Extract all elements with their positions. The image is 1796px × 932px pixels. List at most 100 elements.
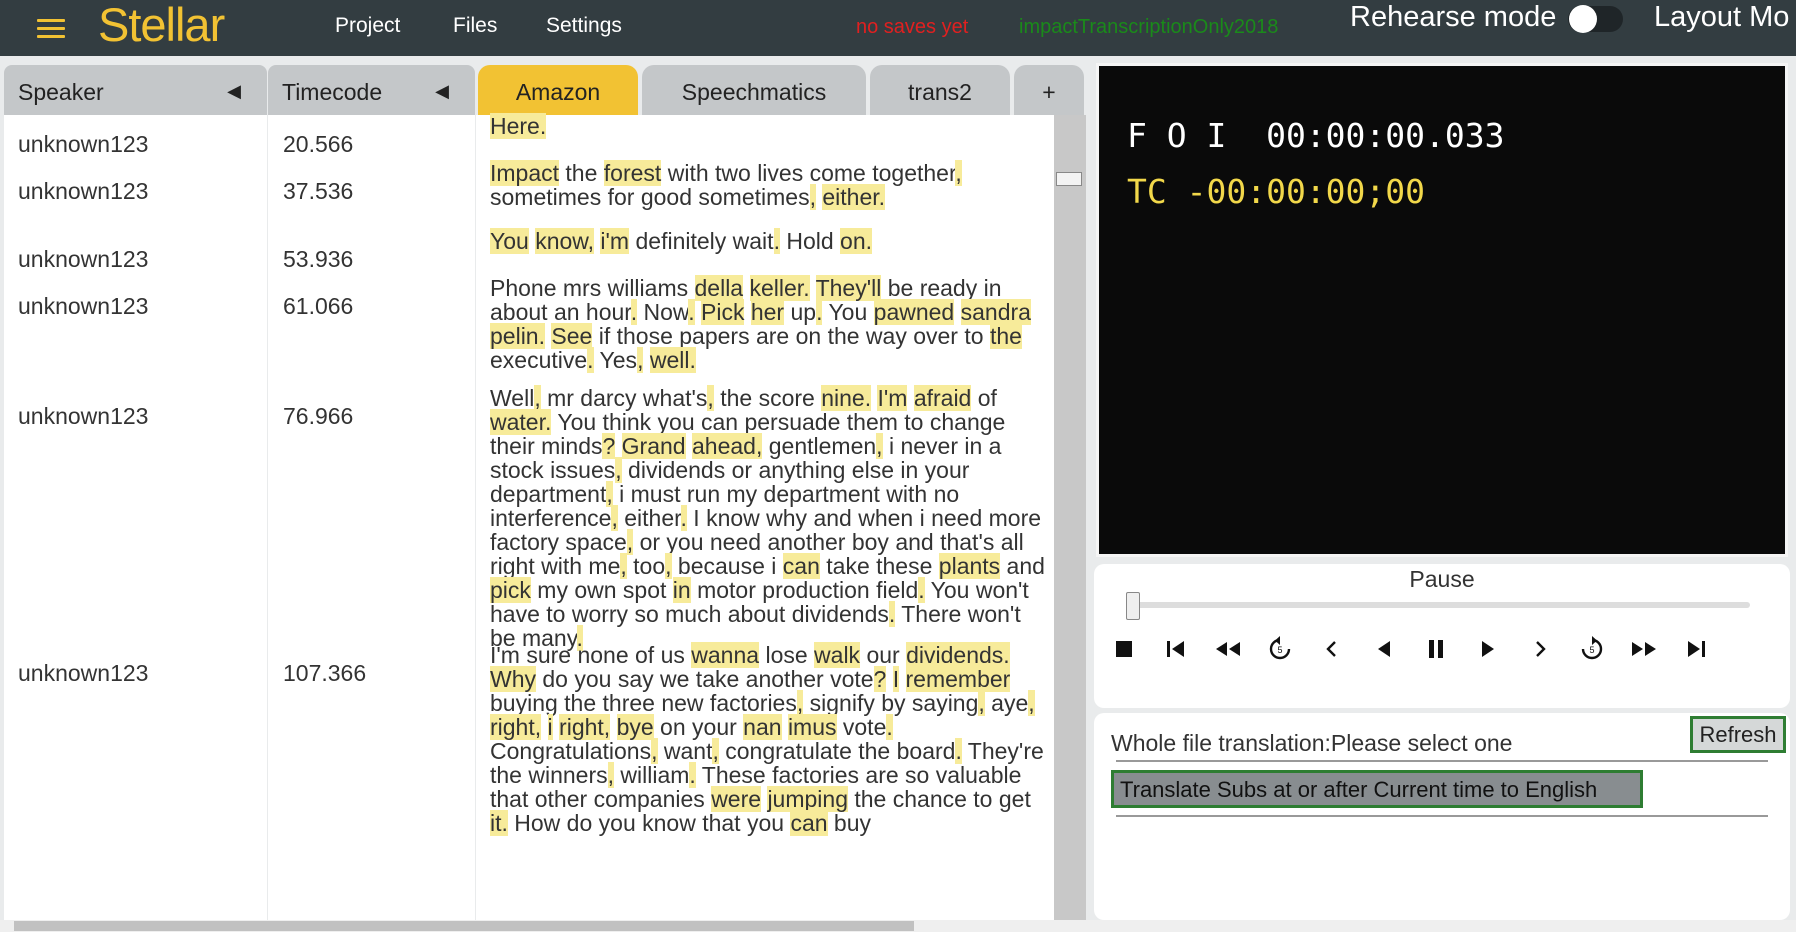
highlighted-word[interactable]: jumping xyxy=(767,786,848,812)
highlighted-word[interactable]: I'm xyxy=(877,385,908,411)
transcript-word[interactable] xyxy=(610,714,616,740)
speaker-cell[interactable]: unknown123 xyxy=(18,178,148,205)
skip-to-start-icon[interactable] xyxy=(1158,632,1194,666)
highlighted-word[interactable]: Impact xyxy=(490,160,560,186)
transcript-word[interactable] xyxy=(886,666,892,692)
highlighted-word[interactable]: walk xyxy=(814,642,861,668)
highlighted-word[interactable]: pelin. xyxy=(490,323,545,349)
highlighted-word[interactable]: , xyxy=(1028,690,1035,716)
highlighted-word[interactable]: can xyxy=(782,553,820,579)
highlighted-word[interactable]: right, xyxy=(490,714,542,740)
transcript-word[interactable] xyxy=(907,385,913,411)
highlighted-word[interactable]: pick xyxy=(490,577,531,603)
tab-amazon[interactable]: Amazon xyxy=(478,65,638,115)
highlighted-word[interactable]: della xyxy=(694,275,744,301)
collapse-left-icon[interactable]: ◀ xyxy=(435,81,449,102)
seek-bar[interactable] xyxy=(1132,602,1750,608)
transcript-word[interactable]: because i xyxy=(672,553,783,579)
speaker-cell[interactable]: unknown123 xyxy=(18,246,148,273)
transcript-word[interactable] xyxy=(615,433,621,459)
transcript-segment[interactable]: Impact the forest with two lives come to… xyxy=(490,160,1050,210)
highlighted-word[interactable]: They'll xyxy=(815,275,882,301)
highlighted-word[interactable]: i xyxy=(547,714,553,740)
pause-icon[interactable] xyxy=(1418,632,1454,666)
transcript-word[interactable]: gentlemen xyxy=(762,433,876,459)
add-tab-button[interactable]: + xyxy=(1014,65,1084,115)
transcript-segment[interactable]: I'm sure none of us wanna lose walk our … xyxy=(490,642,1050,836)
tab-speechmatics[interactable]: Speechmatics xyxy=(642,65,866,115)
transcript-word[interactable]: Hold xyxy=(780,228,840,254)
highlighted-word[interactable]: See xyxy=(551,323,593,349)
video-player[interactable]: F O I 00:00:00.033 TC -00:00:00;00 xyxy=(1096,63,1788,557)
highlighted-word[interactable]: ? xyxy=(602,433,616,459)
scrollbar-thumb[interactable] xyxy=(1056,172,1082,186)
transcript-word[interactable]: our xyxy=(860,642,906,668)
play-reverse-icon[interactable] xyxy=(1366,632,1402,666)
transcript-word[interactable]: william xyxy=(614,762,689,788)
transcript-word[interactable] xyxy=(899,666,905,692)
transcript-segment[interactable]: Here. xyxy=(490,113,1050,139)
highlighted-word[interactable]: ahead, xyxy=(692,433,763,459)
layout-mode-label[interactable]: Layout Mo xyxy=(1654,1,1789,34)
transcript-word[interactable] xyxy=(643,347,649,373)
speaker-cell[interactable]: unknown123 xyxy=(18,293,148,320)
forward-5-icon[interactable]: 5 xyxy=(1574,632,1610,666)
menu-icon[interactable] xyxy=(37,19,65,39)
highlighted-word[interactable]: Grand xyxy=(621,433,686,459)
nav-files[interactable]: Files xyxy=(453,14,497,38)
highlighted-word[interactable]: Why xyxy=(490,666,536,692)
highlighted-word[interactable]: imus xyxy=(787,714,837,740)
highlighted-word[interactable]: water. xyxy=(490,409,552,435)
stop-icon[interactable] xyxy=(1106,632,1142,666)
transcript-word[interactable]: aye xyxy=(985,690,1028,716)
transcript-word[interactable] xyxy=(954,299,960,325)
highlighted-word[interactable]: , xyxy=(955,160,962,186)
highlighted-word[interactable]: remember xyxy=(905,666,1011,692)
highlighted-word[interactable]: the xyxy=(989,323,1022,349)
nav-settings[interactable]: Settings xyxy=(546,14,622,38)
timecode-cell[interactable]: 20.566 xyxy=(283,131,353,158)
highlighted-word[interactable]: dividends. xyxy=(906,642,1010,668)
highlighted-word[interactable]: pawned xyxy=(873,299,955,325)
rewind-icon[interactable] xyxy=(1210,632,1246,666)
transcript-word[interactable]: signify by saying xyxy=(803,690,979,716)
transcript-word[interactable]: executive xyxy=(490,347,587,373)
transcript-word[interactable]: up xyxy=(784,299,816,325)
highlighted-word[interactable]: afraid xyxy=(913,385,972,411)
refresh-button[interactable]: Refresh xyxy=(1690,716,1786,753)
transcript-word[interactable]: motor production field xyxy=(691,577,918,603)
transcript-word[interactable] xyxy=(810,275,816,301)
transcript-word[interactable] xyxy=(744,299,750,325)
horizontal-scrollbar[interactable] xyxy=(0,920,1796,932)
highlighted-word[interactable]: wanna xyxy=(691,642,760,668)
previous-frame-icon[interactable] xyxy=(1314,632,1350,666)
highlighted-word[interactable]: . xyxy=(886,714,893,740)
transcript-word[interactable]: my own spot xyxy=(531,577,673,603)
highlighted-word[interactable]: Pick xyxy=(701,299,745,325)
transcript-word[interactable]: Phone mrs williams xyxy=(490,275,695,301)
transcript-word[interactable]: You xyxy=(822,299,873,325)
highlighted-word[interactable]: bye xyxy=(616,714,654,740)
transcript-word[interactable]: lose xyxy=(759,642,814,668)
transcript-word[interactable]: vote xyxy=(837,714,887,740)
highlighted-word[interactable]: in xyxy=(672,577,691,603)
transcript-word[interactable]: with two lives come together xyxy=(661,160,956,186)
transcript-word[interactable]: the score xyxy=(714,385,821,411)
speaker-cell[interactable]: unknown123 xyxy=(18,131,148,158)
timecode-cell[interactable]: 107.366 xyxy=(283,660,366,687)
transcript-word[interactable]: Congratulations xyxy=(490,738,651,764)
skip-to-end-icon[interactable] xyxy=(1678,632,1714,666)
transcript-word[interactable]: How do you know that you xyxy=(508,810,791,836)
highlighted-word[interactable]: can xyxy=(790,810,828,836)
nav-project[interactable]: Project xyxy=(335,14,400,38)
transcript-word[interactable]: congratulate the board xyxy=(719,738,955,764)
transcript-word[interactable]: either xyxy=(618,505,680,531)
horizontal-scrollbar-thumb[interactable] xyxy=(14,921,914,931)
transcript-word[interactable]: of xyxy=(971,385,997,411)
highlighted-word[interactable]: it. xyxy=(490,810,508,836)
transcript-word[interactable]: sometimes for good sometimes xyxy=(490,184,810,210)
highlighted-word[interactable]: well. xyxy=(649,347,696,373)
replay-5-icon[interactable]: 5 xyxy=(1262,632,1298,666)
highlighted-word[interactable]: her xyxy=(750,299,785,325)
timecode-cell[interactable]: 37.536 xyxy=(283,178,353,205)
